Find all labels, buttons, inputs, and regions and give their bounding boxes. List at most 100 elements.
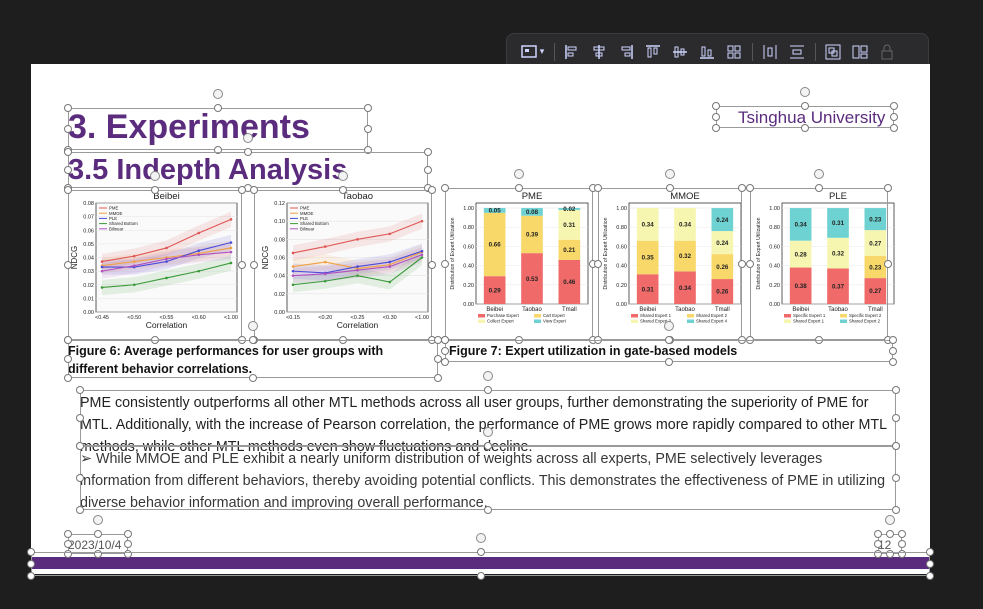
resize-handle[interactable] bbox=[746, 336, 754, 344]
resize-handle[interactable] bbox=[515, 336, 523, 344]
resize-handle[interactable] bbox=[484, 442, 492, 450]
resize-handle[interactable] bbox=[889, 347, 897, 355]
resize-handle[interactable] bbox=[64, 186, 72, 194]
rotate-handle-icon[interactable] bbox=[248, 321, 258, 331]
resize-handle[interactable] bbox=[76, 474, 84, 482]
rotate-handle-icon[interactable] bbox=[665, 169, 675, 179]
resize-handle[interactable] bbox=[339, 186, 347, 194]
resize-handle[interactable] bbox=[815, 336, 823, 344]
resize-handle[interactable] bbox=[892, 414, 900, 422]
ungroup-button[interactable] bbox=[849, 41, 871, 63]
resize-handle[interactable] bbox=[250, 261, 258, 269]
resize-handle[interactable] bbox=[76, 506, 84, 514]
resize-handle[interactable] bbox=[898, 550, 906, 558]
resize-handle[interactable] bbox=[926, 548, 934, 556]
resize-handle[interactable] bbox=[886, 530, 894, 538]
align-bottom-button[interactable] bbox=[696, 41, 718, 63]
rotate-handle-icon[interactable] bbox=[885, 515, 895, 525]
resize-handle[interactable] bbox=[738, 260, 746, 268]
resize-handle[interactable] bbox=[238, 336, 246, 344]
resize-handle[interactable] bbox=[890, 113, 898, 121]
resize-handle[interactable] bbox=[76, 414, 84, 422]
chart-taobao[interactable]: Taobao 0.00 0.02 0.04 0.06 0.08 0.10 0.12 <0.15 <… bbox=[259, 189, 434, 334]
rotate-handle-icon[interactable] bbox=[514, 169, 524, 179]
resize-handle[interactable] bbox=[712, 102, 720, 110]
resize-handle[interactable] bbox=[594, 336, 602, 344]
resize-handle[interactable] bbox=[746, 260, 754, 268]
resize-handle[interactable] bbox=[94, 530, 102, 538]
slide-subtitle[interactable]: 3.5 Indepth Analysis bbox=[68, 154, 347, 187]
chart-pme[interactable]: PME 0.00 0.20 0.40 0.60 0.80 1.00 Distribution … bbox=[446, 189, 594, 334]
align-left-button[interactable] bbox=[561, 41, 583, 63]
resize-handle[interactable] bbox=[898, 530, 906, 538]
resize-handle[interactable] bbox=[892, 506, 900, 514]
resize-handle[interactable] bbox=[249, 336, 257, 344]
resize-handle[interactable] bbox=[441, 347, 449, 355]
resize-handle[interactable] bbox=[890, 102, 898, 110]
resize-handle[interactable] bbox=[238, 186, 246, 194]
resize-handle[interactable] bbox=[801, 124, 809, 132]
rotate-handle-icon[interactable] bbox=[475, 533, 486, 543]
chart-beibei[interactable]: Beibei0.000.010.020.030.040.050.060.070.… bbox=[68, 189, 243, 334]
resize-handle[interactable] bbox=[64, 336, 72, 344]
resize-handle[interactable] bbox=[64, 261, 72, 269]
resize-handle[interactable] bbox=[898, 540, 906, 548]
resize-handle[interactable] bbox=[476, 548, 485, 556]
resize-handle[interactable] bbox=[484, 506, 492, 514]
resize-handle[interactable] bbox=[64, 550, 72, 558]
resize-handle[interactable] bbox=[364, 125, 372, 133]
layout-button[interactable]: ▾ bbox=[517, 41, 547, 63]
distribute-button[interactable] bbox=[723, 41, 745, 63]
slide-title[interactable]: 3. Experiments bbox=[68, 108, 310, 147]
resize-handle[interactable] bbox=[712, 113, 720, 121]
resize-handle[interactable] bbox=[892, 386, 900, 394]
resize-handle[interactable] bbox=[441, 336, 449, 344]
figure7-caption[interactable]: Figure 7: Expert utilization in gate-bas… bbox=[449, 342, 869, 360]
resize-handle[interactable] bbox=[884, 184, 892, 192]
resize-handle[interactable] bbox=[441, 184, 449, 192]
align-middle-button[interactable] bbox=[669, 41, 691, 63]
resize-handle[interactable] bbox=[64, 148, 72, 156]
resize-handle[interactable] bbox=[364, 146, 372, 154]
rotate-handle-icon[interactable] bbox=[483, 371, 493, 381]
align-center-button[interactable] bbox=[588, 41, 610, 63]
resize-handle[interactable] bbox=[665, 336, 673, 344]
resize-handle[interactable] bbox=[484, 386, 492, 394]
resize-handle[interactable] bbox=[64, 125, 72, 133]
slide-canvas[interactable]: 3. Experiments 3.5 Indepth Analysis Tsin… bbox=[31, 64, 930, 574]
resize-handle[interactable] bbox=[801, 102, 809, 110]
resize-handle[interactable] bbox=[746, 184, 754, 192]
resize-handle[interactable] bbox=[434, 374, 442, 382]
resize-handle[interactable] bbox=[712, 124, 720, 132]
resize-handle[interactable] bbox=[441, 260, 449, 268]
resize-handle[interactable] bbox=[428, 186, 436, 194]
align-right-button[interactable] bbox=[615, 41, 637, 63]
resize-handle[interactable] bbox=[874, 540, 882, 548]
resize-handle[interactable] bbox=[515, 184, 523, 192]
resize-handle[interactable] bbox=[476, 572, 485, 580]
resize-handle[interactable] bbox=[124, 550, 132, 558]
resize-handle[interactable] bbox=[666, 184, 674, 192]
resize-handle[interactable] bbox=[874, 530, 882, 538]
rotate-handle-icon[interactable] bbox=[150, 171, 160, 181]
resize-handle[interactable] bbox=[64, 374, 72, 382]
resize-handle[interactable] bbox=[124, 530, 132, 538]
resize-handle[interactable] bbox=[890, 124, 898, 132]
resize-handle[interactable] bbox=[926, 560, 934, 568]
distribute-vertical-button[interactable] bbox=[786, 41, 808, 63]
resize-handle[interactable] bbox=[94, 550, 102, 558]
distribute-horizontal-button[interactable] bbox=[759, 41, 781, 63]
resize-handle[interactable] bbox=[424, 166, 432, 174]
paragraph-2[interactable]: ➢ While MMOE and PLE exhibit a nearly un… bbox=[80, 448, 892, 514]
chart-ple[interactable]: PLE 0.00 0.20 0.40 0.60 0.80 1.00 Distribution … bbox=[752, 189, 900, 334]
resize-handle[interactable] bbox=[27, 560, 35, 568]
resize-handle[interactable] bbox=[738, 336, 746, 344]
resize-handle[interactable] bbox=[238, 261, 246, 269]
bottom-accent-bar[interactable] bbox=[31, 557, 930, 569]
rotate-handle-icon[interactable] bbox=[483, 427, 493, 437]
resize-handle[interactable] bbox=[594, 260, 602, 268]
resize-handle[interactable] bbox=[64, 104, 72, 112]
figure6-caption[interactable]: Figure 6: Average performances for user … bbox=[68, 342, 428, 378]
resize-handle[interactable] bbox=[64, 540, 72, 548]
resize-handle[interactable] bbox=[441, 358, 449, 366]
